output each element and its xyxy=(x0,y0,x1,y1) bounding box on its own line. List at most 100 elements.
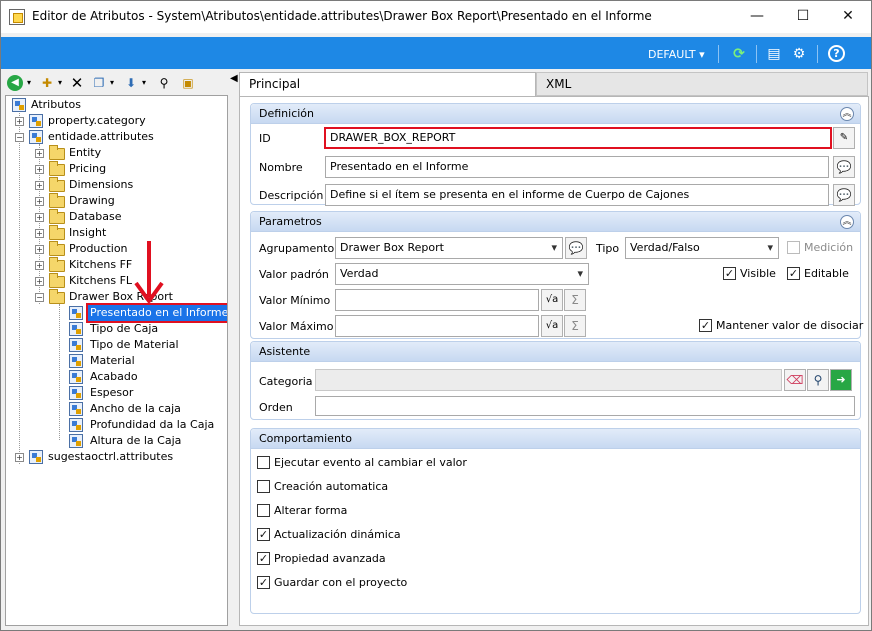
close-button[interactable]: ✕ xyxy=(825,1,871,33)
group-comportamiento: Comportamiento Ejecutar evento al cambia… xyxy=(250,428,861,614)
tree-node-label: Database xyxy=(69,210,122,223)
attribute-tree[interactable]: Atributos + property.category − entidade… xyxy=(5,95,228,626)
main-toolbar: DEFAULT ▾ ⟳ ▤ ⚙ ? xyxy=(1,37,871,69)
chevron-down-icon[interactable]: ▾ xyxy=(25,75,33,91)
tab-principal[interactable]: Principal xyxy=(239,72,536,96)
tab-xml[interactable]: XML xyxy=(536,72,868,96)
move-down-icon[interactable]: ⬇ xyxy=(123,75,139,91)
window-title: Editor de Atributos - System\Atributos\e… xyxy=(32,9,652,23)
mantener-checkbox[interactable]: ✓ xyxy=(699,319,712,332)
actualizacion-dinamica-checkbox[interactable]: ✓ xyxy=(257,528,270,541)
expand-icon[interactable]: + xyxy=(35,261,44,270)
chevron-down-icon[interactable]: ▾ xyxy=(108,75,116,91)
folder-icon xyxy=(49,177,65,192)
folder-refresh-icon[interactable]: ▣ xyxy=(180,75,196,91)
collapse-icon[interactable]: − xyxy=(15,133,24,142)
editable-checkbox[interactable]: ✓ xyxy=(787,267,800,280)
group-header: Definición xyxy=(251,104,860,124)
guardar-proyecto-checkbox[interactable]: ✓ xyxy=(257,576,270,589)
tree-node-label: Acabado xyxy=(90,370,138,383)
folder-icon xyxy=(49,257,65,272)
expand-icon[interactable]: + xyxy=(35,245,44,254)
alterar-forma-checkbox[interactable] xyxy=(257,504,270,517)
formula-icon[interactable]: √a xyxy=(541,289,563,311)
folder-icon xyxy=(49,273,65,288)
chevron-down-icon[interactable]: ▾ xyxy=(56,75,64,91)
agrupamento-select[interactable]: Drawer Box Report xyxy=(335,237,563,259)
sum-icon[interactable]: Σ xyxy=(564,315,586,337)
collapse-up-icon[interactable]: ︽ xyxy=(840,215,854,229)
delete-icon[interactable]: ✕ xyxy=(69,75,85,91)
nombre-field[interactable]: Presentado en el Informe xyxy=(325,156,829,178)
propiedad-avanzada-checkbox[interactable]: ✓ xyxy=(257,552,270,565)
attribute-icon xyxy=(69,306,83,320)
valor-maximo-field[interactable] xyxy=(335,315,539,337)
expand-icon[interactable]: + xyxy=(35,149,44,158)
expand-icon[interactable]: + xyxy=(35,229,44,238)
collapse-panel-icon[interactable]: ◀ xyxy=(230,73,238,84)
minimize-button[interactable]: — xyxy=(734,1,780,33)
expand-icon[interactable]: + xyxy=(35,213,44,222)
attribute-icon xyxy=(69,418,83,432)
attributes-file-icon xyxy=(29,130,43,144)
copy-icon[interactable]: ❐ xyxy=(91,75,107,91)
valor-minimo-field[interactable] xyxy=(335,289,539,311)
ejecutar-evento-checkbox[interactable] xyxy=(257,456,270,469)
descripcion-field[interactable]: Define si el ítem se presenta en el info… xyxy=(325,184,829,206)
expand-icon[interactable]: + xyxy=(35,197,44,206)
chevron-down-icon[interactable]: ▾ xyxy=(140,75,148,91)
propiedad-avanzada-label: Propiedad avanzada xyxy=(274,552,386,565)
alterar-forma-label: Alterar forma xyxy=(274,504,348,517)
visible-checkbox[interactable]: ✓ xyxy=(723,267,736,280)
valor-padron-select[interactable]: Verdad xyxy=(335,263,589,285)
creacion-automatica-checkbox[interactable] xyxy=(257,480,270,493)
tree-node-label: entidade.attributes xyxy=(48,130,154,143)
sum-icon[interactable]: Σ xyxy=(564,289,586,311)
orden-field[interactable] xyxy=(315,396,855,416)
new-attribute-icon[interactable]: ✚ xyxy=(39,75,55,91)
id-label: ID xyxy=(259,132,271,145)
expand-icon[interactable]: + xyxy=(35,277,44,286)
expand-icon[interactable]: + xyxy=(15,453,24,462)
eraser-icon[interactable]: ⌫ xyxy=(784,369,806,391)
folder-icon xyxy=(49,241,65,256)
tree-node-label: Production xyxy=(69,242,128,255)
guardar-proyecto-label: Guardar con el proyecto xyxy=(274,576,408,589)
preset-dropdown[interactable]: DEFAULT ▾ xyxy=(648,48,705,61)
translate-icon[interactable]: 💬 xyxy=(565,237,587,259)
enter-arrow-icon[interactable]: ➜ xyxy=(830,369,852,391)
back-icon[interactable]: ◀ xyxy=(7,75,23,91)
layout-icon[interactable]: ▤ xyxy=(765,45,783,63)
tree-node-label: Kitchens FL xyxy=(69,274,133,287)
formula-icon[interactable]: √a xyxy=(541,315,563,337)
id-field[interactable]: DRAWER_BOX_REPORT xyxy=(324,127,832,149)
categoria-label: Categoria xyxy=(259,375,313,388)
attributes-file-icon xyxy=(29,114,43,128)
find-icon[interactable]: ⚲ xyxy=(155,75,173,91)
edit-id-icon[interactable]: ✎ xyxy=(833,127,855,149)
expand-icon[interactable]: + xyxy=(35,165,44,174)
expand-icon[interactable]: + xyxy=(35,181,44,190)
folder-icon xyxy=(49,209,65,224)
tree-node-label: Atributos xyxy=(31,98,81,111)
attribute-icon xyxy=(69,434,83,448)
settings-icon[interactable]: ⚙ xyxy=(790,45,808,63)
expand-icon[interactable]: + xyxy=(15,117,24,126)
preset-label: DEFAULT xyxy=(648,48,696,61)
tipo-select[interactable]: Verdad/Falso xyxy=(625,237,779,259)
collapse-up-icon[interactable]: ︽ xyxy=(840,107,854,121)
find-icon[interactable]: ⚲ xyxy=(807,369,829,391)
collapse-icon[interactable]: − xyxy=(35,293,44,302)
properties-panel: Definición ︽ ID DRAWER_BOX_REPORT ✎ Nomb… xyxy=(239,96,869,626)
refresh-icon[interactable]: ⟳ xyxy=(730,45,748,63)
folder-icon xyxy=(49,193,65,208)
translate-icon[interactable]: 💬 xyxy=(833,156,855,178)
attribute-icon xyxy=(69,338,83,352)
categoria-field[interactable] xyxy=(315,369,782,391)
toolbar-separator xyxy=(817,45,818,63)
tree-connector xyxy=(59,304,60,440)
translate-icon[interactable]: 💬 xyxy=(833,184,855,206)
maximize-button[interactable]: ☐ xyxy=(780,1,826,33)
medicion-checkbox[interactable] xyxy=(787,241,800,254)
help-icon[interactable]: ? xyxy=(828,45,845,62)
